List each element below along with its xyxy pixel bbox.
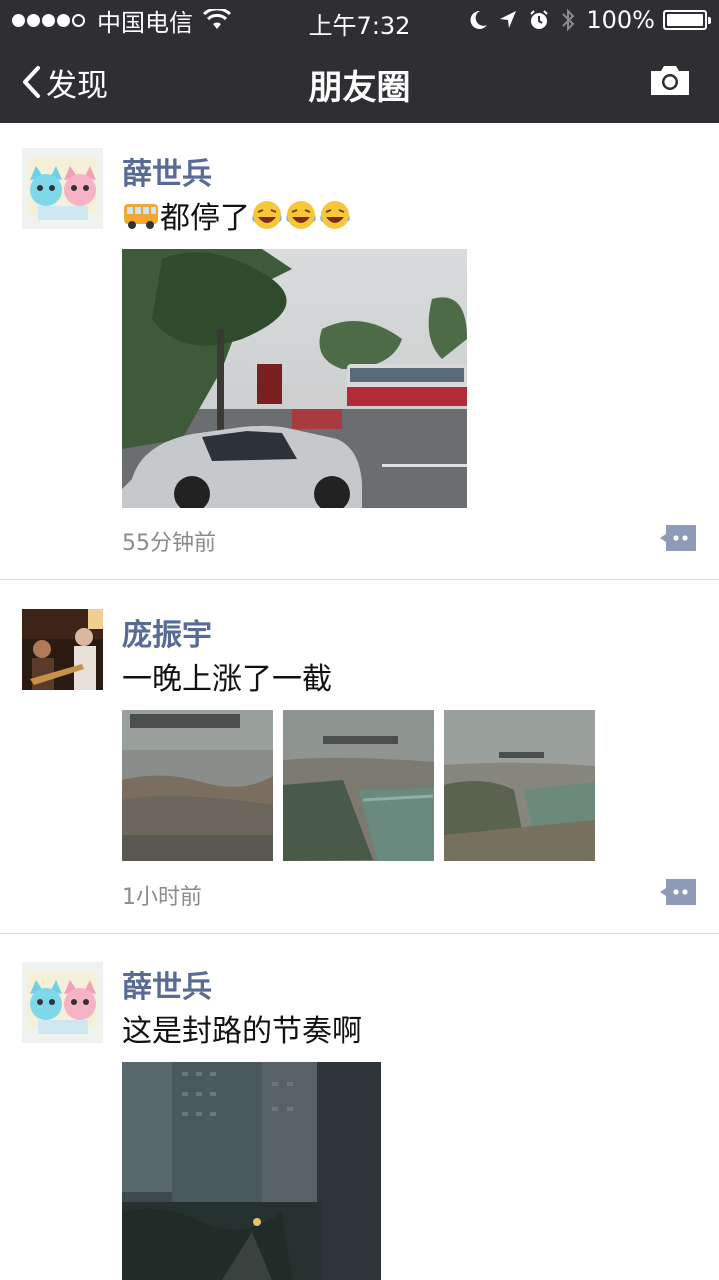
post-photo[interactable] xyxy=(122,1062,381,1280)
post-photo[interactable] xyxy=(122,249,467,508)
post-timestamp: 55分钟前 xyxy=(122,531,216,556)
post-photo[interactable] xyxy=(283,710,434,861)
post-author[interactable]: 薛世兵 xyxy=(122,962,212,1006)
laughing-tears-emoji xyxy=(286,201,316,229)
post-text-content: 一晚上涨了一截 xyxy=(122,662,332,697)
post-text: 都停了 xyxy=(122,195,352,236)
moments-feed: 薛世兵 都停了 55分钟前 庞振宇 一晚上涨了一截 1小时前 薛世兵 这是封路的… xyxy=(0,123,719,1280)
post-author[interactable]: 庞振宇 xyxy=(122,610,212,654)
avatar[interactable] xyxy=(22,962,103,1043)
battery-icon xyxy=(663,10,711,30)
post-author[interactable]: 薛世兵 xyxy=(122,149,212,193)
camera-icon[interactable] xyxy=(648,62,692,98)
location-arrow-icon xyxy=(500,11,517,28)
post-text: 一晚上涨了一截 xyxy=(122,656,332,697)
alarm-icon xyxy=(530,10,549,29)
avatar[interactable] xyxy=(22,609,103,690)
post-text: 这是封路的节奏啊 xyxy=(122,1008,362,1049)
comment-icon[interactable] xyxy=(660,879,696,905)
status-bar: 中国电信 上午7:32 100% xyxy=(0,0,719,40)
post-text-content: 都停了 xyxy=(160,201,250,236)
page-title: 朋友圈 xyxy=(308,68,411,108)
moon-icon xyxy=(470,10,488,29)
post-timestamp: 1小时前 xyxy=(122,885,202,910)
header: 中国电信 上午7:32 100% 发现 朋友圈 xyxy=(0,0,719,123)
moment-post: 薛世兵 这是封路的节奏啊 xyxy=(0,934,719,1280)
avatar[interactable] xyxy=(22,148,103,229)
post-photo[interactable] xyxy=(444,710,595,861)
bus-emoji xyxy=(124,204,158,229)
moment-post: 庞振宇 一晚上涨了一截 1小时前 xyxy=(0,580,719,934)
moment-post: 薛世兵 都停了 55分钟前 xyxy=(0,123,719,580)
post-photo[interactable] xyxy=(122,710,273,861)
post-text-content: 这是封路的节奏啊 xyxy=(122,1014,362,1049)
laughing-tears-emoji xyxy=(320,201,350,229)
comment-icon[interactable] xyxy=(660,525,696,551)
nav-bar: 发现 朋友圈 xyxy=(0,40,719,123)
laughing-tears-emoji xyxy=(252,201,282,229)
battery-percent: 100% xyxy=(586,6,655,34)
bluetooth-icon xyxy=(562,8,575,32)
